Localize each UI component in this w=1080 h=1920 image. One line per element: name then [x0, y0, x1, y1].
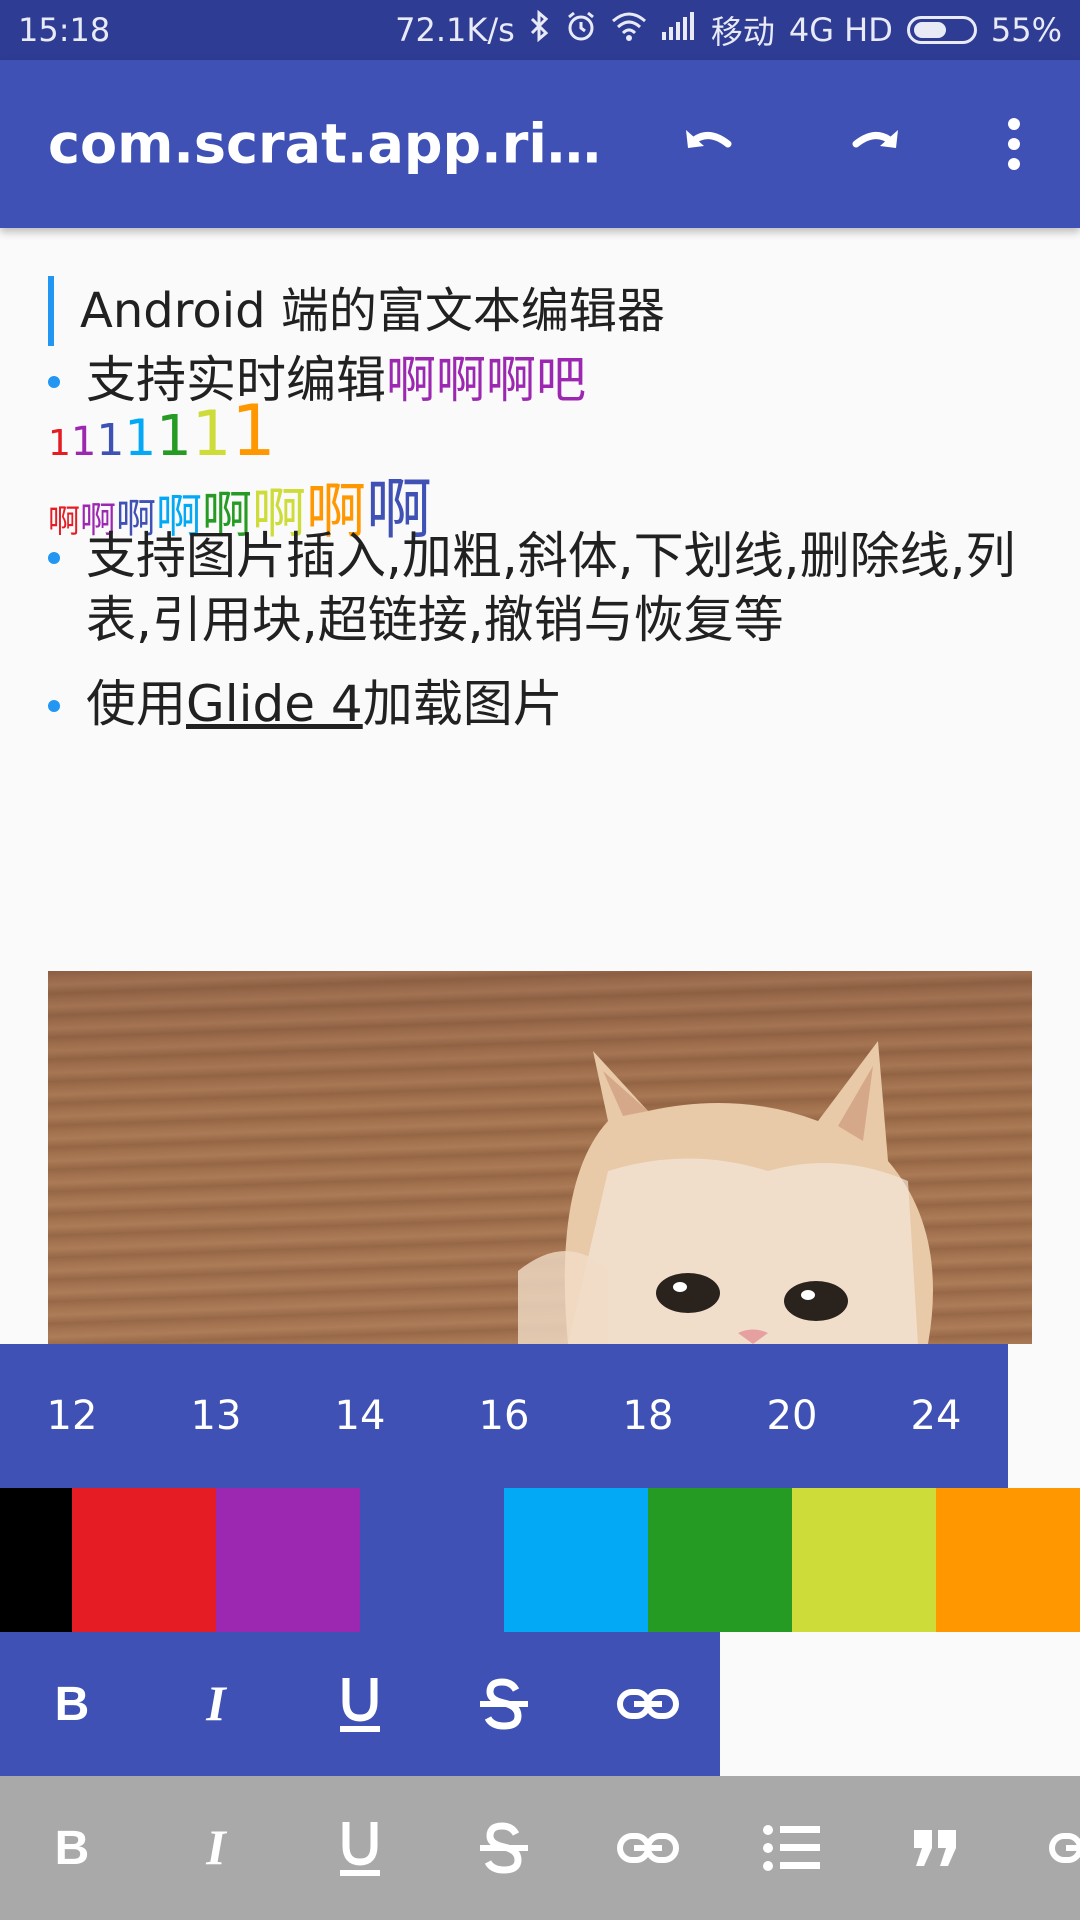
bold-icon: B: [55, 1678, 90, 1731]
cat-illustration: [518, 1041, 933, 1344]
font-size-bar: 12 13 14 16 18 20 24: [0, 1344, 1008, 1488]
app-title: com.scrat.app.rich…: [48, 112, 608, 176]
toolbar-list-button[interactable]: [720, 1776, 864, 1920]
color-swatch-3[interactable]: [216, 1488, 360, 1632]
quote-block: Android 端的富文本编辑器: [48, 276, 665, 346]
status-indicators: 72.1K/s 移动 4G HD 55%: [395, 7, 1062, 53]
app-bar: com.scrat.app.rich…: [0, 60, 1080, 228]
rich-text-editor[interactable]: Android 端的富文本编辑器 支持实时编辑啊啊啊吧 1111111 啊啊啊啊…: [0, 228, 1080, 1344]
font-size-18-button[interactable]: 18: [576, 1344, 720, 1488]
glide-link[interactable]: Glide 4: [186, 675, 363, 733]
bluetooth-icon: [529, 9, 551, 50]
style-link-button[interactable]: [576, 1632, 720, 1776]
status-bar: 15:18 72.1K/s 移动 4G HD 55%: [0, 0, 1080, 60]
redo-button[interactable]: [828, 96, 924, 192]
bullet-3-prefix: 使用: [86, 675, 186, 733]
italic-icon: I: [205, 1676, 227, 1731]
signal-icon: [661, 12, 697, 48]
quote-text: Android 端的富文本编辑器: [80, 283, 665, 339]
color-swatch-8[interactable]: [936, 1488, 1080, 1632]
link-icon: [617, 1833, 679, 1863]
quote-icon: [914, 1830, 956, 1866]
color-swatch-7[interactable]: [792, 1488, 936, 1632]
undo-button[interactable]: [660, 96, 756, 192]
color-swatch-4[interactable]: [360, 1488, 504, 1632]
toolbar-italic-button[interactable]: I: [144, 1776, 288, 1920]
font-size-13-button[interactable]: 13: [144, 1344, 288, 1488]
toolbar-link-button-2[interactable]: [1008, 1776, 1080, 1920]
strikethrough-icon: [480, 1678, 528, 1730]
network-type: 4G HD: [788, 11, 893, 49]
toolbar-underline-button[interactable]: [288, 1776, 432, 1920]
wifi-icon: [611, 11, 647, 49]
alarm-icon: [565, 10, 597, 50]
color-swatch-1[interactable]: [0, 1488, 72, 1632]
bullet-2-text: 支持图片插入,加粗,斜体,下划线,删除线,列表,引用块,超链接,撤销与恢复等: [86, 527, 1016, 649]
list-icon: [763, 1825, 820, 1871]
link-icon: [1049, 1833, 1080, 1863]
font-size-16-button[interactable]: 16: [432, 1344, 576, 1488]
bold-icon: B: [55, 1822, 90, 1875]
toolbar-strikethrough-button[interactable]: [432, 1776, 576, 1920]
style-bar: B I: [0, 1632, 720, 1776]
font-size-14-button[interactable]: 14: [288, 1344, 432, 1488]
toolbar-quote-button[interactable]: [864, 1776, 1008, 1920]
strikethrough-icon: [480, 1822, 528, 1874]
color-swatch-5[interactable]: [504, 1488, 648, 1632]
undo-icon: [686, 130, 732, 148]
style-bold-button[interactable]: B: [0, 1632, 144, 1776]
color-swatch-2[interactable]: [72, 1488, 216, 1632]
font-size-20-button[interactable]: 20: [720, 1344, 864, 1488]
bullet-1-highlight: 啊啊啊吧: [386, 351, 586, 409]
italic-icon: I: [205, 1820, 227, 1875]
battery-percent: 55%: [990, 11, 1062, 49]
font-size-24-button[interactable]: 24: [864, 1344, 1008, 1488]
svg-text:B: B: [55, 1678, 90, 1731]
battery-icon: [906, 16, 977, 44]
carrier-name: 移动: [710, 13, 775, 51]
more-vert-icon: [1008, 118, 1020, 170]
redo-icon: [852, 130, 898, 148]
underline-icon: [340, 1678, 380, 1732]
toolbar-link-button[interactable]: [576, 1776, 720, 1920]
underline-icon: [340, 1822, 380, 1876]
bottom-toolbar: B I: [0, 1776, 1080, 1920]
font-size-12-button[interactable]: 12: [0, 1344, 144, 1488]
bullet-item-2: 支持图片插入,加粗,斜体,下划线,删除线,列表,引用块,超链接,撤销与恢复等: [48, 524, 1048, 652]
link-icon: [617, 1689, 679, 1719]
bullet-item-3: 使用Glide 4加载图片: [48, 672, 1048, 736]
color-picker-bar: [0, 1488, 1080, 1632]
style-strikethrough-button[interactable]: [432, 1632, 576, 1776]
style-underline-button[interactable]: [288, 1632, 432, 1776]
status-time: 15:18: [18, 11, 111, 49]
inserted-image[interactable]: [48, 971, 1032, 1344]
color-swatch-6[interactable]: [648, 1488, 792, 1632]
toolbar-bold-button[interactable]: B: [0, 1776, 144, 1920]
svg-text:I: I: [205, 1676, 227, 1731]
network-speed: 72.1K/s: [395, 11, 515, 49]
svg-text:I: I: [205, 1820, 227, 1875]
style-italic-button[interactable]: I: [144, 1632, 288, 1776]
bullet-3-suffix: 加载图片: [362, 675, 563, 733]
svg-text:B: B: [55, 1822, 90, 1875]
more-options-button[interactable]: [966, 96, 1062, 192]
